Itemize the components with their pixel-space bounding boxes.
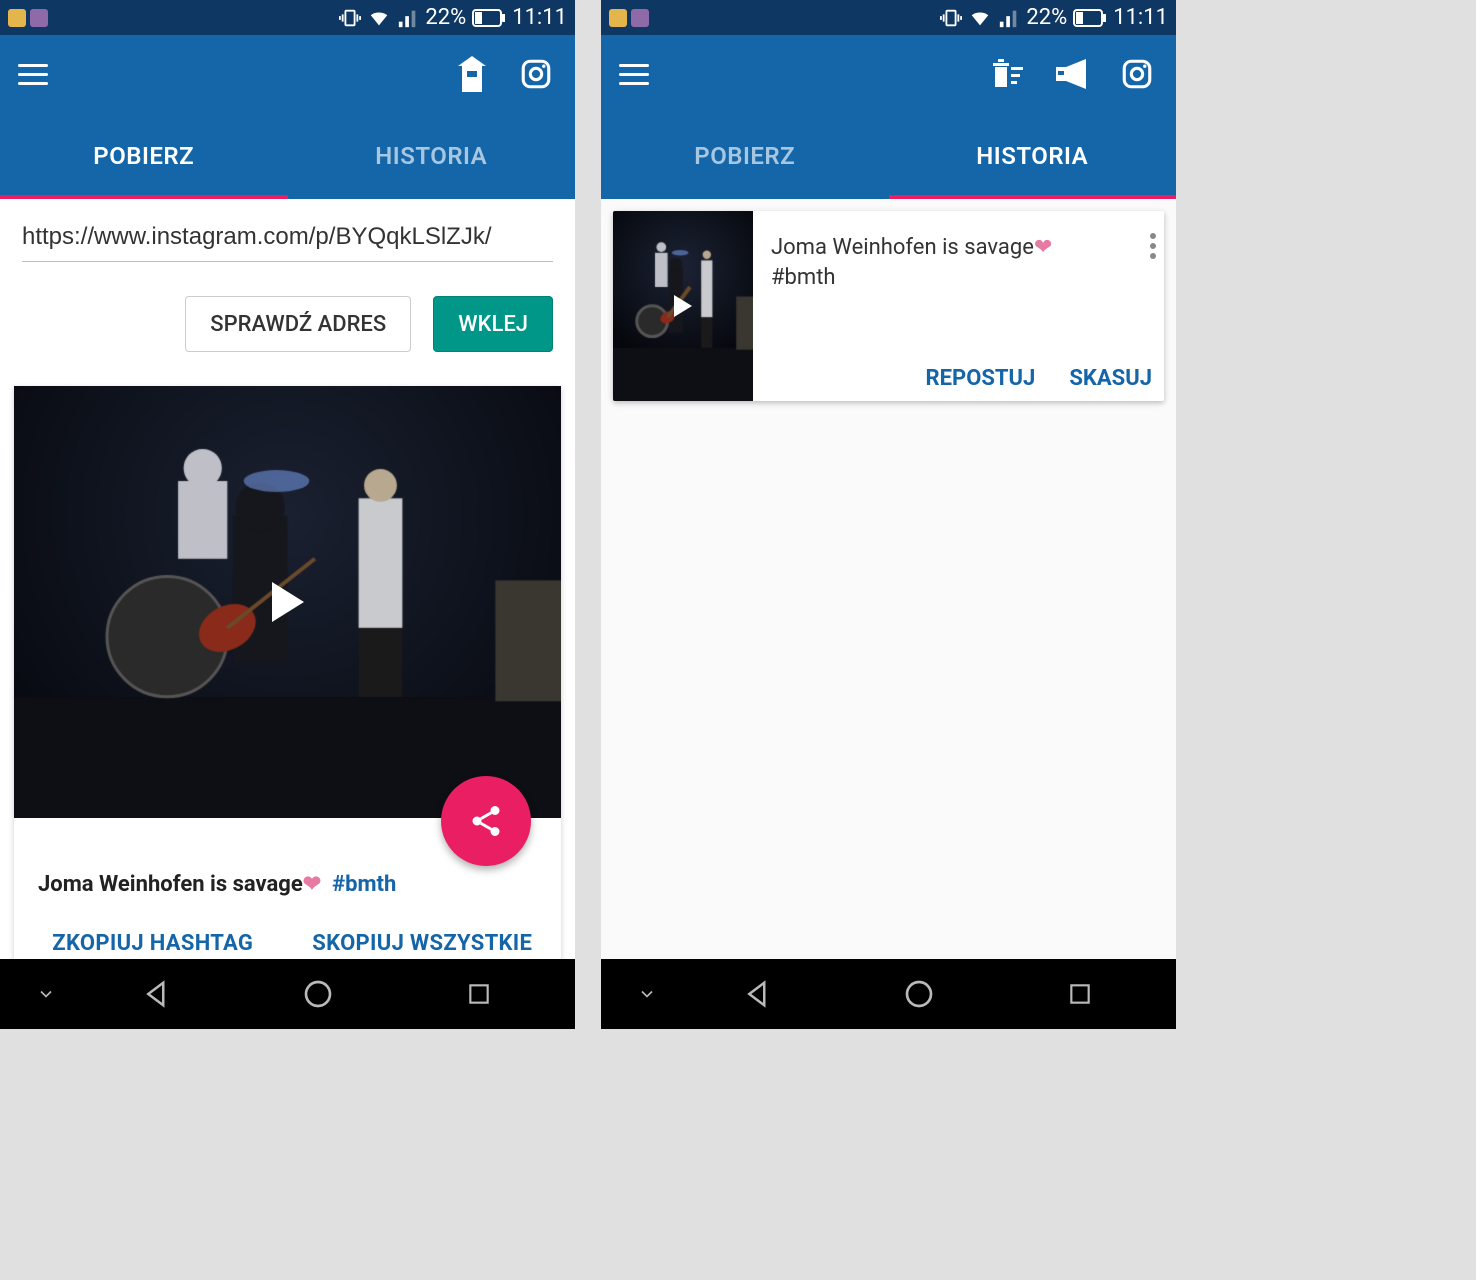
app-toolbar	[601, 35, 1176, 113]
vibrate-icon	[339, 7, 361, 29]
notification-icon	[8, 9, 26, 27]
notification-icon	[609, 9, 627, 27]
caption-text: Joma Weinhofen is savage	[771, 235, 1034, 260]
caption-hashtag: #bmth	[332, 872, 396, 897]
history-content: Joma Weinhofen is savage❤ #bmth REPOSTUJ…	[601, 199, 1176, 959]
tab-history[interactable]: HISTORIA	[889, 113, 1177, 199]
nav-expand-icon[interactable]	[16, 984, 76, 1004]
download-content: SPRAWDŹ ADRES WKLEJ Joma Weinhofen is sa…	[0, 199, 575, 959]
tab-download[interactable]: POBIERZ	[0, 113, 288, 199]
tab-download[interactable]: POBIERZ	[601, 113, 889, 199]
battery-percent: 22%	[425, 5, 466, 30]
wifi-icon	[367, 7, 391, 29]
instagram-icon[interactable]	[1116, 53, 1158, 95]
repost-button[interactable]: REPOSTUJ	[926, 366, 1036, 391]
nav-back-button[interactable]	[76, 979, 237, 1009]
paste-button[interactable]: WKLEJ	[433, 296, 553, 352]
menu-icon[interactable]	[619, 64, 649, 85]
tab-label: POBIERZ	[694, 142, 795, 170]
clock: 11:11	[512, 5, 567, 30]
wifi-icon	[968, 7, 992, 29]
preview-card: Joma Weinhofen is savage❤ #bmth ZKOPIUJ …	[14, 386, 561, 959]
copy-all-button[interactable]: SKOPIUJ WSZYSTKIE	[296, 931, 550, 956]
menu-icon[interactable]	[18, 64, 48, 85]
preview-media[interactable]	[14, 386, 561, 818]
vibrate-icon	[940, 7, 962, 29]
history-thumbnail[interactable]	[613, 211, 753, 401]
delete-button[interactable]: SKASUJ	[1069, 366, 1152, 391]
nav-recent-button[interactable]	[999, 981, 1160, 1007]
notification-icon	[30, 9, 48, 27]
heart-icon: ❤	[303, 872, 321, 897]
ads-icon[interactable]	[451, 53, 493, 95]
notification-icon	[631, 9, 649, 27]
nav-bar	[0, 959, 575, 1029]
more-icon[interactable]	[1150, 233, 1156, 259]
nav-home-button[interactable]	[237, 978, 398, 1010]
ads-icon[interactable]	[1052, 53, 1094, 95]
clear-list-icon[interactable]	[988, 53, 1030, 95]
clock: 11:11	[1113, 5, 1168, 30]
battery-icon	[1073, 9, 1107, 27]
status-notifications	[609, 9, 649, 27]
app-toolbar	[0, 35, 575, 113]
heart-icon: ❤	[1034, 235, 1052, 260]
tab-bar: POBIERZ HISTORIA	[601, 113, 1176, 199]
history-actions: REPOSTUJ SKASUJ	[771, 348, 1152, 391]
tab-label: HISTORIA	[375, 142, 487, 170]
history-caption: Joma Weinhofen is savage❤ #bmth	[771, 233, 1152, 292]
share-fab[interactable]	[441, 776, 531, 866]
nav-back-button[interactable]	[677, 979, 838, 1009]
caption-text: Joma Weinhofen is savage	[38, 872, 303, 897]
nav-bar	[601, 959, 1176, 1029]
battery-icon	[472, 9, 506, 27]
tab-label: HISTORIA	[976, 142, 1088, 170]
nav-expand-icon[interactable]	[617, 984, 677, 1004]
status-bar: 22% 11:11	[0, 0, 575, 35]
signal-icon	[998, 7, 1020, 29]
history-item: Joma Weinhofen is savage❤ #bmth REPOSTUJ…	[613, 211, 1164, 401]
nav-recent-button[interactable]	[398, 981, 559, 1007]
tab-history[interactable]: HISTORIA	[288, 113, 576, 199]
caption-hashtag: #bmth	[771, 265, 836, 290]
url-input[interactable]	[22, 213, 553, 262]
battery-percent: 22%	[1026, 5, 1067, 30]
screen-history: 22% 11:11 POBIERZ HISTORIA	[601, 0, 1176, 1029]
check-address-button[interactable]: SPRAWDŹ ADRES	[185, 296, 411, 352]
play-icon	[272, 582, 304, 622]
copy-hashtag-button[interactable]: ZKOPIUJ HASHTAG	[26, 931, 280, 956]
tab-label: POBIERZ	[93, 142, 194, 170]
status-notifications	[8, 9, 48, 27]
instagram-icon[interactable]	[515, 53, 557, 95]
signal-icon	[397, 7, 419, 29]
play-icon	[674, 295, 692, 317]
status-bar: 22% 11:11	[601, 0, 1176, 35]
nav-home-button[interactable]	[838, 978, 999, 1010]
tab-bar: POBIERZ HISTORIA	[0, 113, 575, 199]
screen-download: 22% 11:11 POBIERZ HISTORIA SPRAWDŹ ADRES…	[0, 0, 575, 1029]
preview-actions: ZKOPIUJ HASHTAG SKOPIUJ WSZYSTKIE	[14, 909, 561, 959]
